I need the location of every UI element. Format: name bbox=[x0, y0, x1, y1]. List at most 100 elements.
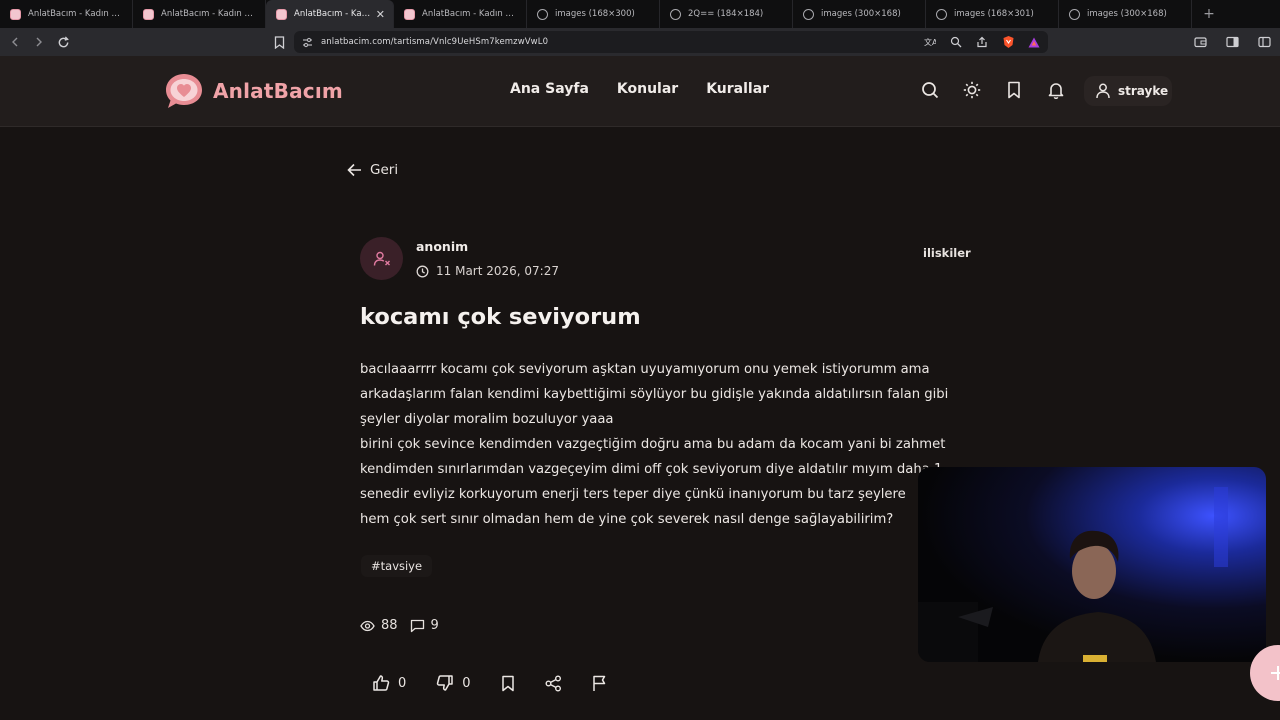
save-post-button[interactable] bbox=[501, 672, 515, 694]
post-date-text: 11 Mart 2026, 07:27 bbox=[436, 264, 559, 278]
comment-count: 9 bbox=[410, 618, 439, 633]
browser-tab[interactable]: 2Q== (184×184) bbox=[660, 0, 793, 28]
post-title: kocamı çok seviyorum bbox=[360, 304, 641, 330]
tab-title: images (300×168) bbox=[821, 9, 901, 19]
post-body-line: arkadaşlarım falan kendimi kaybettiğimi … bbox=[360, 387, 949, 402]
post-category[interactable]: iliskiler bbox=[923, 246, 971, 260]
nav-link-topics[interactable]: Konular bbox=[617, 81, 678, 97]
post-date: 11 Mart 2026, 07:27 bbox=[416, 264, 559, 278]
comment-count-value: 9 bbox=[430, 618, 439, 633]
pink-logo-icon bbox=[404, 8, 415, 20]
username: strayke bbox=[1118, 84, 1169, 98]
webcam-overlay bbox=[918, 467, 1266, 662]
wallet-icon[interactable] bbox=[1192, 34, 1208, 50]
globe-icon bbox=[936, 8, 947, 20]
forward-arrow-icon[interactable] bbox=[28, 31, 50, 53]
anonymous-user-icon bbox=[373, 251, 390, 266]
bookmark-icon bbox=[501, 675, 514, 691]
brave-rewards-icon[interactable] bbox=[1026, 34, 1042, 50]
view-count-value: 88 bbox=[381, 618, 398, 633]
site-header: AnlatBacım Ana Sayfa Konular Kurallar st… bbox=[0, 56, 1280, 127]
nav-link-home[interactable]: Ana Sayfa bbox=[510, 81, 589, 97]
browser-tab-active[interactable]: AnlatBacım - Kadın De ✕ bbox=[266, 0, 394, 28]
like-count: 0 bbox=[398, 675, 407, 691]
extensions-icon[interactable] bbox=[1256, 34, 1272, 50]
address-bar[interactable]: anlatbacim.com/tartisma/Vnlc9UeHSm7kemzw… bbox=[294, 31, 1048, 53]
translate-icon[interactable]: 文A bbox=[922, 34, 938, 50]
tab-title: images (168×300) bbox=[555, 9, 635, 19]
share-page-icon[interactable] bbox=[974, 34, 990, 50]
back-button[interactable]: Geri bbox=[347, 162, 398, 178]
zoom-icon[interactable] bbox=[948, 34, 964, 50]
browser-tab[interactable]: AnlatBacım - Kadın Destek bbox=[394, 0, 527, 28]
back-label: Geri bbox=[370, 162, 399, 178]
speech-bubble-heart-icon bbox=[166, 74, 202, 108]
post-body-line: birini çok sevince kendimden vazgeçtiğim… bbox=[360, 437, 946, 452]
sidebar-toggle-icon[interactable] bbox=[1224, 34, 1240, 50]
comment-icon bbox=[410, 619, 424, 632]
tab-title: images (168×301) bbox=[954, 9, 1034, 19]
nav-link-rules[interactable]: Kurallar bbox=[706, 81, 769, 97]
thumbs-down-icon bbox=[437, 675, 454, 691]
browser-tab[interactable]: images (168×301) bbox=[926, 0, 1059, 28]
browser-tab[interactable]: AnlatBacım - Kadın Destek bbox=[133, 0, 266, 28]
browser-tab[interactable]: images (300×168) bbox=[1059, 0, 1192, 28]
back-arrow-icon[interactable] bbox=[4, 31, 26, 53]
sun-theme-icon[interactable] bbox=[962, 80, 982, 100]
bookmark-page-icon[interactable] bbox=[271, 34, 287, 50]
search-icon[interactable] bbox=[920, 80, 940, 100]
pink-logo-icon bbox=[276, 8, 287, 20]
dislike-count: 0 bbox=[462, 675, 471, 691]
site-settings-icon[interactable] bbox=[302, 33, 313, 52]
streamer-video-frame bbox=[918, 487, 1228, 662]
bell-icon[interactable] bbox=[1046, 80, 1066, 100]
post-body-line: bacılaaarrrr kocamı çok seviyorum aşktan… bbox=[360, 362, 930, 377]
eye-icon bbox=[360, 620, 375, 631]
tab-title: images (300×168) bbox=[1087, 9, 1167, 19]
globe-icon bbox=[803, 8, 814, 20]
globe-icon bbox=[537, 8, 548, 20]
reload-icon[interactable] bbox=[52, 31, 74, 53]
browser-toolbar: anlatbacim.com/tartisma/Vnlc9UeHSm7kemzw… bbox=[0, 28, 1280, 56]
tab-title: AnlatBacım - Kadın Destek bbox=[28, 9, 124, 19]
post-actions: 0 0 bbox=[372, 672, 637, 694]
tab-title: 2Q== (184×184) bbox=[688, 9, 764, 19]
site-logo[interactable]: AnlatBacım bbox=[163, 71, 343, 111]
tab-title: AnlatBacım - Kadın Destek bbox=[161, 9, 257, 19]
browser-tab[interactable]: images (168×300) bbox=[527, 0, 660, 28]
flag-icon bbox=[592, 675, 605, 691]
logo-text: AnlatBacım bbox=[213, 79, 343, 103]
browser-tab-strip: AnlatBacım - Kadın Destek AnlatBacım - K… bbox=[0, 0, 1280, 28]
browser-tab[interactable]: images (300×168) bbox=[793, 0, 926, 28]
browser-tab[interactable]: AnlatBacım - Kadın Destek bbox=[0, 0, 133, 28]
pink-logo-icon bbox=[10, 8, 21, 20]
post-body-line: şeyler diyolar moralim bozuluyor yaaa bbox=[360, 412, 614, 427]
post-body: bacılaaarrrr kocamı çok seviyorum aşktan… bbox=[360, 357, 950, 532]
avatar bbox=[360, 237, 403, 280]
clock-icon bbox=[416, 265, 429, 277]
share-button[interactable] bbox=[545, 672, 562, 694]
globe-icon bbox=[670, 8, 681, 20]
view-count: 88 bbox=[360, 618, 398, 633]
user-menu-button[interactable]: strayke bbox=[1084, 76, 1172, 106]
header-actions bbox=[920, 80, 1066, 100]
bookmark-icon[interactable] bbox=[1004, 80, 1024, 100]
url-text: anlatbacim.com/tartisma/Vnlc9UeHSm7kemzw… bbox=[321, 37, 549, 47]
report-button[interactable] bbox=[592, 672, 607, 694]
plus-icon bbox=[1271, 666, 1280, 680]
svg-text:文A: 文A bbox=[924, 37, 936, 47]
brave-shields-icon[interactable] bbox=[1000, 34, 1016, 50]
post-tag[interactable]: #tavsiye bbox=[361, 555, 433, 577]
close-tab-icon[interactable]: ✕ bbox=[376, 8, 385, 21]
pink-logo-icon bbox=[143, 8, 154, 20]
main-nav: Ana Sayfa Konular Kurallar bbox=[510, 81, 769, 97]
dislike-button[interactable]: 0 bbox=[436, 672, 471, 694]
new-tab-button[interactable]: + bbox=[1198, 6, 1220, 22]
like-button[interactable]: 0 bbox=[372, 672, 406, 694]
post-author: anonim bbox=[416, 239, 469, 254]
user-icon bbox=[1096, 83, 1110, 99]
thumbs-up-icon bbox=[373, 675, 390, 691]
post-body-line: kendimden sınırlarımdan vazgeçeyim dimi … bbox=[360, 462, 943, 477]
post-body-line: hem çok sert sınır olmadan hem de yine ç… bbox=[360, 512, 894, 527]
post-stats: 88 9 bbox=[360, 618, 439, 633]
